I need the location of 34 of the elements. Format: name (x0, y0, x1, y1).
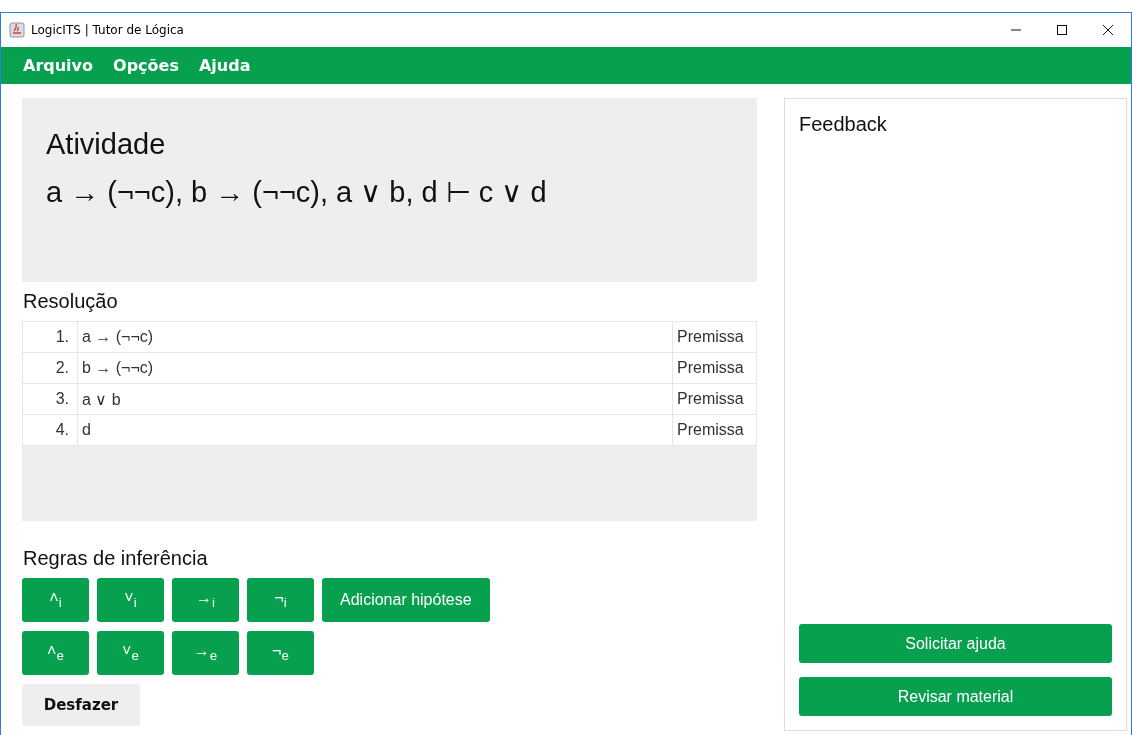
rule-button[interactable]: ˅$_{e}$ (97, 631, 164, 675)
rules-heading: Regras de inferência (23, 547, 209, 570)
line-number: 1. (22, 321, 78, 353)
feedback-heading: Feedback (799, 113, 887, 135)
undo-button[interactable]: Desfazer (22, 684, 140, 726)
menu-item[interactable]: Opções (113, 56, 179, 75)
activity-formula: a → (¬¬c), b → (¬¬c), a ∨ b, d ⊢ c ∨ d (46, 175, 548, 209)
formula-cell: b → (¬¬c) (77, 352, 673, 384)
window-title: LogicITS | Tutor de Lógica (31, 23, 185, 37)
rule-button[interactable]: ˄$_{i}$ (22, 578, 89, 622)
rule-button[interactable]: ¬$_{e}$ (247, 631, 314, 675)
formula-cell: a ∨ b (77, 383, 673, 415)
feedback-button[interactable]: Revisar material (799, 677, 1112, 716)
rule-cell: Premissa (672, 383, 757, 415)
rule-button[interactable]: ˅$_{i}$ (97, 578, 164, 622)
formula-cell: a → (¬¬c) (77, 321, 673, 353)
rule-cell: Premissa (672, 352, 757, 384)
line-number: 2. (22, 352, 78, 384)
menu-item[interactable]: Ajuda (198, 56, 251, 75)
activity-heading: Atividade (46, 128, 167, 161)
line-number: 4. (22, 414, 78, 446)
rule-button[interactable]: →$_{e}$ (172, 631, 239, 675)
rule-button[interactable]: ¬$_{i}$ (247, 578, 314, 622)
rule-button[interactable]: ˄$_{e}$ (22, 631, 89, 675)
app-icon (9, 22, 25, 38)
line-number: 3. (22, 383, 78, 415)
resolution-heading: Resolução (23, 290, 119, 313)
feedback-button[interactable]: Solicitar ajuda (799, 624, 1112, 663)
formula-cell: d (77, 414, 673, 446)
menu-item[interactable]: Arquivo (23, 56, 94, 75)
rule-cell: Premissa (672, 414, 757, 446)
rule-cell: Premissa (672, 321, 757, 353)
rule-button[interactable]: Adicionar hipótese (322, 578, 490, 622)
rule-button[interactable]: →$_{i}$ (172, 578, 239, 622)
